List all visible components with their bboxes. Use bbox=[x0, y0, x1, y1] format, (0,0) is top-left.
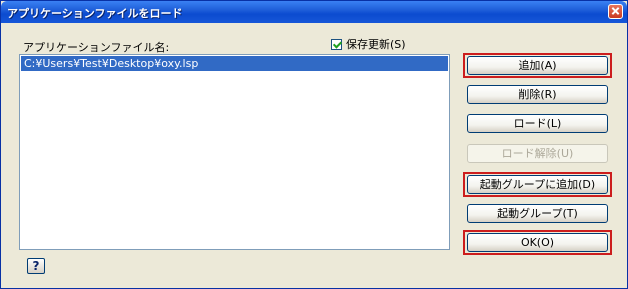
load-button[interactable]: ロード(L) bbox=[467, 114, 608, 133]
application-file-list[interactable]: C:¥Users¥Test¥Desktop¥oxy.lsp bbox=[19, 54, 450, 250]
checkmark-icon[interactable] bbox=[331, 38, 342, 50]
load-application-dialog: アプリケーションファイルをロード アプリケーションファイル名: 保存更新(S) … bbox=[0, 0, 628, 289]
title-bar[interactable]: アプリケーションファイルをロード bbox=[1, 1, 627, 23]
ok-button[interactable]: OK(O) bbox=[467, 233, 608, 252]
startup-suite-button[interactable]: 起動グループ(T) bbox=[467, 204, 608, 223]
help-icon[interactable]: ? bbox=[27, 258, 45, 274]
window-title: アプリケーションファイルをロード bbox=[7, 7, 183, 20]
close-icon[interactable] bbox=[608, 4, 623, 19]
unload-button[interactable]: ロード解除(U) bbox=[467, 144, 608, 163]
save-update-checkbox[interactable]: 保存更新(S) bbox=[331, 36, 406, 52]
remove-button[interactable]: 削除(R) bbox=[467, 85, 608, 104]
add-to-startup-button[interactable]: 起動グループに追加(D) bbox=[467, 175, 608, 194]
list-item[interactable]: C:¥Users¥Test¥Desktop¥oxy.lsp bbox=[21, 56, 448, 71]
add-button[interactable]: 追加(A) bbox=[467, 56, 608, 75]
save-update-label: 保存更新(S) bbox=[346, 38, 406, 51]
file-list-label: アプリケーションファイル名: bbox=[23, 41, 170, 54]
